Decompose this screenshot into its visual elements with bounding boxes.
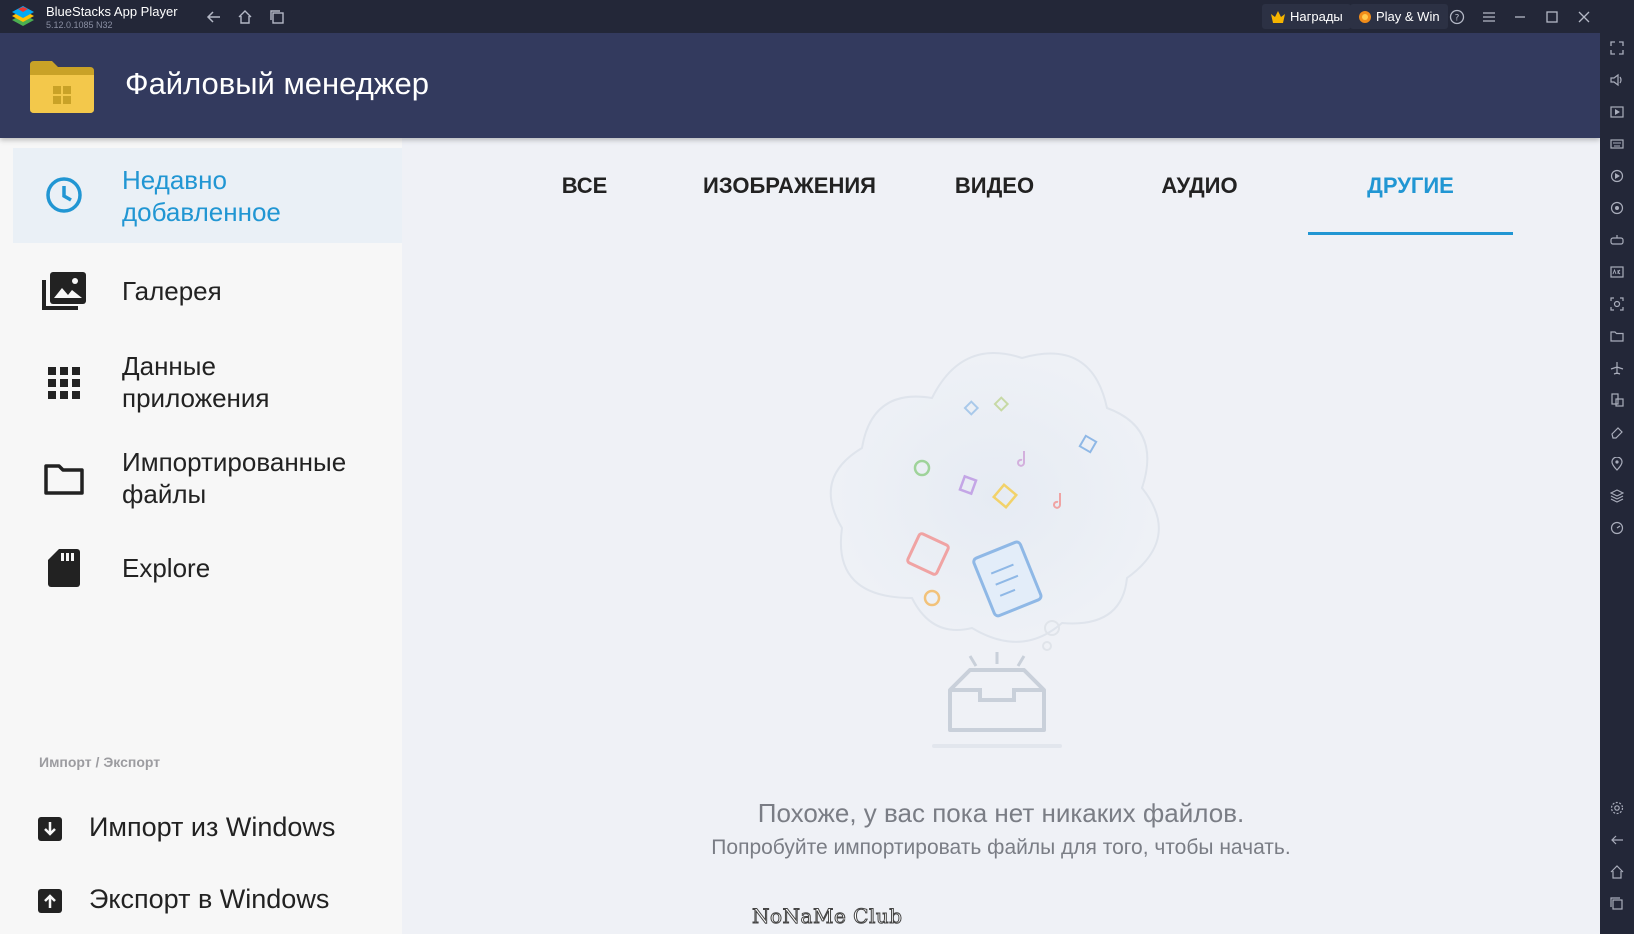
keyboard-icon[interactable] (1607, 134, 1627, 154)
apps-grid-icon (39, 358, 89, 408)
file-manager-folder-icon (30, 61, 94, 113)
app-title: Файловый менеджер (125, 66, 430, 101)
folder-toolbar-icon[interactable] (1607, 326, 1627, 346)
eco-mode-icon[interactable] (1607, 518, 1627, 538)
clock-icon (39, 170, 89, 220)
export-icon (38, 889, 62, 913)
export-label: Экспорт в Windows (89, 884, 330, 914)
import-label: Импорт из Windows (89, 812, 336, 842)
minimize-icon[interactable] (1510, 7, 1530, 27)
record-icon[interactable] (1607, 166, 1627, 186)
apk-icon[interactable] (1607, 262, 1627, 282)
screenshot-icon[interactable] (1607, 294, 1627, 314)
side-toolbar (1600, 33, 1634, 934)
empty-state-title: Похоже, у вас пока нет никаких файлов. (757, 798, 1245, 828)
sidebar-item-label: Данные приложения (122, 351, 270, 413)
android-recents-icon[interactable] (1607, 894, 1627, 914)
rewards-button[interactable]: Награды (1262, 4, 1351, 29)
sidebar-item-label: Недавно добавленное (122, 165, 281, 227)
empty-state-illustration (829, 352, 1160, 748)
gamepad-icon[interactable] (1607, 230, 1627, 250)
app-name: BlueStacks App Player (46, 4, 178, 19)
sidebar-item-label: Explore (122, 553, 211, 583)
sidebar: Недавно добавленное Галерея Данные прило… (0, 138, 402, 934)
close-icon[interactable] (1574, 7, 1594, 27)
sidebar-item-explore[interactable]: Explore (13, 533, 402, 603)
sd-card-icon (39, 543, 89, 593)
fullscreen-icon[interactable] (1607, 38, 1627, 58)
rewards-label: Награды (1290, 9, 1343, 24)
sidebar-item-label: Галерея (122, 276, 222, 306)
empty-state-subtitle: Попробуйте импортировать файлы для того,… (711, 836, 1291, 859)
bluestacks-logo (12, 6, 34, 26)
sidebar-item-imported[interactable]: Импортированные файлы (13, 434, 402, 524)
erase-icon[interactable] (1607, 422, 1627, 442)
sidebar-item-app-data[interactable]: Данные приложения (13, 338, 402, 428)
media-icon[interactable] (1607, 102, 1627, 122)
airplane-icon[interactable] (1607, 358, 1627, 378)
volume-icon[interactable] (1607, 70, 1627, 90)
sidebar-item-label: Импортированные файлы (122, 447, 347, 509)
sidebar-item-recent[interactable]: Недавно добавленное (13, 148, 402, 243)
crown-icon (1271, 10, 1285, 23)
tab-other[interactable]: ДРУГИЕ (1308, 173, 1513, 199)
gallery-icon (39, 266, 89, 316)
android-back-icon[interactable] (1607, 830, 1627, 850)
import-icon (38, 817, 62, 841)
app-version: 5.12.0.1085 N32 (46, 20, 113, 30)
multi-instance-icon[interactable] (267, 7, 287, 27)
watermark: NoNaMe Club (752, 904, 903, 929)
folder-outline-icon (39, 454, 89, 504)
app-bar: Файловый менеджер (0, 33, 1600, 138)
rotate-icon[interactable] (1607, 198, 1627, 218)
svg-text:?: ? (1455, 14, 1460, 24)
active-tab-indicator (1308, 232, 1513, 235)
import-from-windows-button[interactable]: Импорт из Windows (37, 808, 397, 848)
import-export-caption: Импорт / Экспорт (39, 754, 161, 770)
layers-icon[interactable] (1607, 486, 1627, 506)
help-icon[interactable]: ? (1447, 7, 1467, 27)
location-icon[interactable] (1607, 454, 1627, 474)
menu-icon[interactable] (1479, 7, 1499, 27)
maximize-icon[interactable] (1542, 7, 1562, 27)
home-icon[interactable] (235, 7, 255, 27)
back-icon[interactable] (204, 7, 224, 27)
window-titlebar: BlueStacks App Player 5.12.0.1085 N32 На… (0, 0, 1634, 33)
tab-images[interactable]: ИЗОБРАЖЕНИЯ (687, 173, 892, 199)
instances-icon[interactable] (1607, 390, 1627, 410)
play-win-button[interactable]: Play & Win (1350, 4, 1448, 29)
content-area: ВСЕ ИЗОБРАЖЕНИЯ ВИДЕО АУДИО ДРУГИЕ Похож… (402, 138, 1600, 934)
android-home-icon[interactable] (1607, 862, 1627, 882)
sidebar-item-gallery[interactable]: Галерея (13, 256, 402, 326)
android-screen: Файловый менеджер Недавно добавленное Га… (0, 33, 1600, 934)
tab-audio[interactable]: АУДИО (1097, 173, 1302, 199)
settings-icon[interactable] (1607, 798, 1627, 818)
tab-video[interactable]: ВИДЕО (892, 173, 1097, 199)
export-to-windows-button[interactable]: Экспорт в Windows (37, 880, 397, 920)
coin-icon (1359, 10, 1371, 23)
tab-all[interactable]: ВСЕ (482, 173, 687, 199)
play-win-label: Play & Win (1376, 9, 1440, 24)
